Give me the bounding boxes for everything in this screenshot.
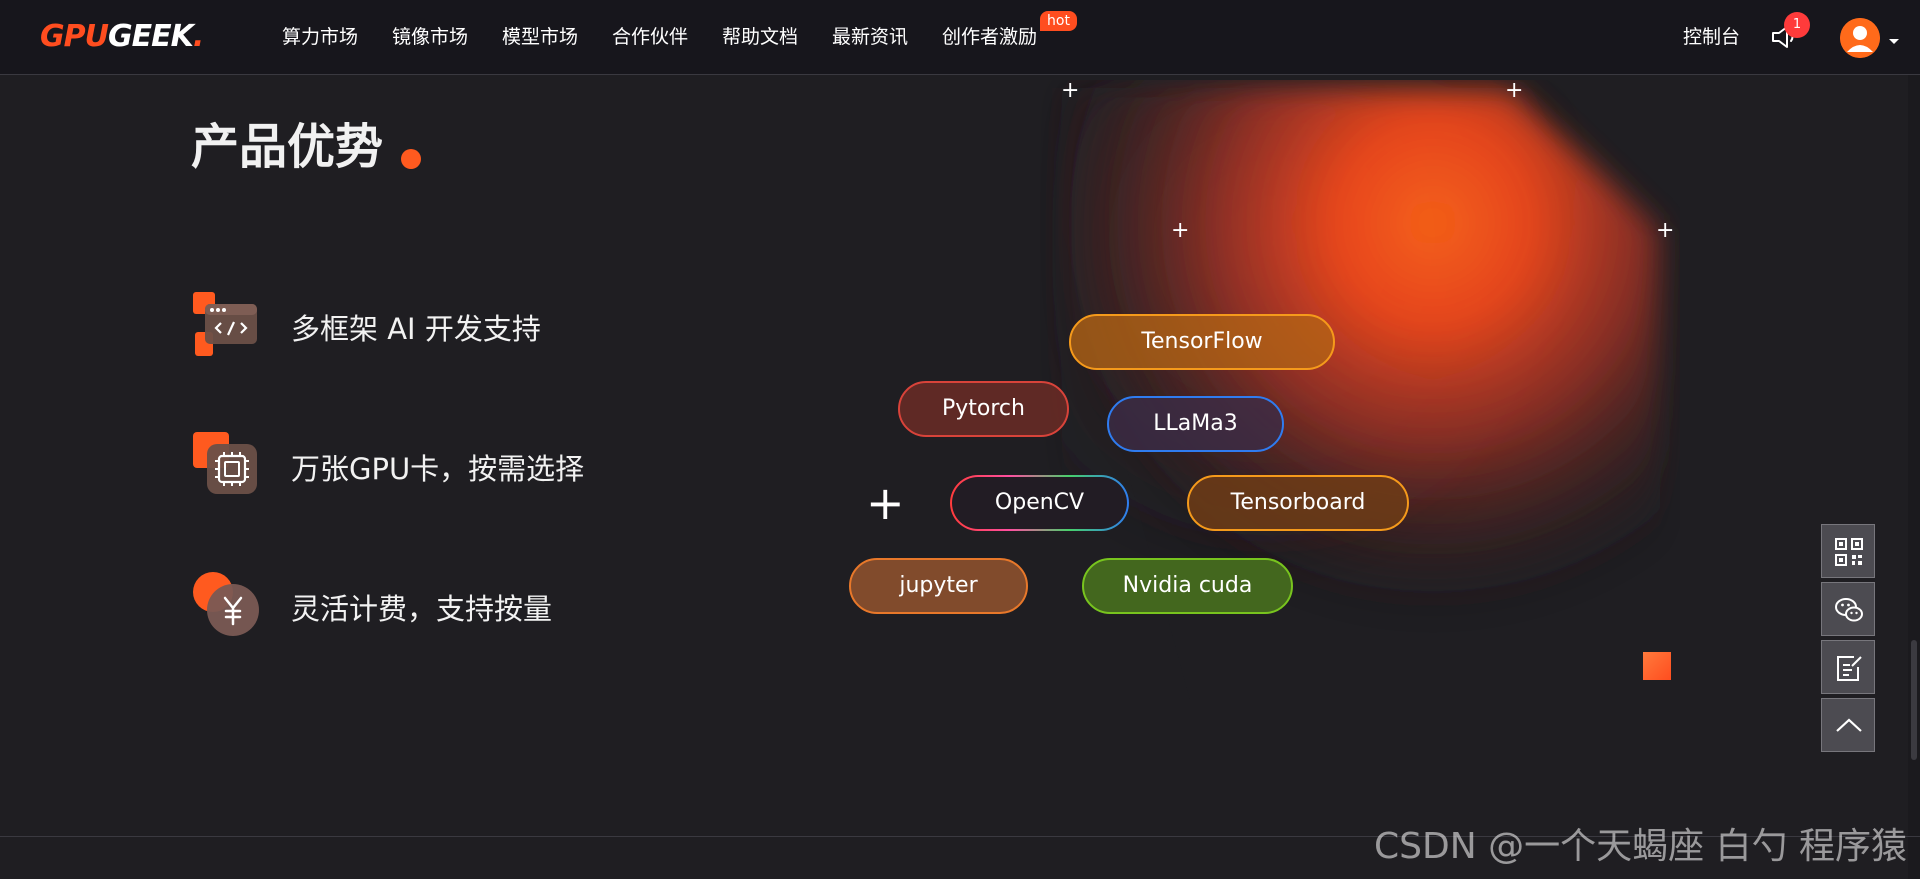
logo-part-dot: . [192,19,204,54]
section-title: 产品优势 [191,119,384,175]
nav-item-model-market[interactable]: 模型市场 [502,24,578,50]
framework-pill-opencv[interactable]: OpenCV [950,475,1129,531]
avatar[interactable] [1840,18,1880,58]
chip-icon [191,430,261,500]
nav-item-compute-market[interactable]: 算力市场 [282,24,358,50]
plus-marker-3: + [1171,218,1190,243]
back-to-top-button[interactable] [1821,698,1875,752]
framework-pill-tensorflow[interactable]: TensorFlow [1069,314,1335,370]
orange-square-marker [1643,652,1671,680]
nav-item-creator-incentive[interactable]: 创作者激励 [942,24,1037,50]
feedback-icon [1837,656,1862,681]
console-link[interactable]: 控制台 [1683,24,1740,50]
scrollbar-thumb[interactable] [1911,640,1917,760]
code-window-icon [191,290,261,360]
page: GPUGEEK. 算力市场 镜像市场 模型市场 合作伙伴 帮助文档 最新资讯 创… [0,0,1920,879]
framework-pill-jupyter[interactable]: jupyter [849,558,1028,614]
plus-marker-large: + [866,476,905,530]
logo-part-gpu: GPU [40,19,109,54]
nav-item-news[interactable]: 最新资讯 [832,24,908,50]
wechat-icon [1835,598,1863,622]
qr-code-icon [1835,538,1863,566]
feature-label-billing: 灵活计费，支持按量 [291,592,553,626]
qr-code-button[interactable] [1821,524,1875,578]
framework-pill-pytorch[interactable]: Pytorch [898,381,1069,437]
logo-part-geek: GEEK [107,19,194,54]
feedback-button[interactable] [1821,640,1875,694]
hot-badge: hot [1040,11,1077,31]
logo[interactable]: GPUGEEK. [40,18,204,56]
framework-pill-llama3[interactable]: LLaMa3 [1107,396,1284,452]
watermark: CSDN @一个天蝎座 白勺 程序猿 [1374,826,1907,867]
top-navbar: GPUGEEK. 算力市场 镜像市场 模型市场 合作伙伴 帮助文档 最新资讯 创… [0,0,1920,75]
title-accent-dot [401,149,421,169]
framework-pill-tensorboard[interactable]: Tensorboard [1187,475,1409,531]
plus-marker-1: + [1061,78,1080,103]
nav-item-partners[interactable]: 合作伙伴 [612,24,688,50]
nav-item-help-docs[interactable]: 帮助文档 [722,24,798,50]
yen-coin-icon [191,570,261,640]
feature-label-gpu-cards: 万张GPU卡，按需选择 [291,452,585,486]
chevron-down-icon[interactable] [1888,32,1900,44]
plus-marker-4: + [1656,218,1675,243]
framework-pill-nvidia-cuda[interactable]: Nvidia cuda [1082,558,1293,614]
nav-item-image-market[interactable]: 镜像市场 [392,24,468,50]
back-to-top-icon [1836,718,1862,732]
plus-marker-2: + [1505,78,1524,103]
wechat-button[interactable] [1821,582,1875,636]
notification-count-badge: 1 [1784,12,1810,38]
feature-label-frameworks: 多框架 AI 开发支持 [291,312,541,346]
